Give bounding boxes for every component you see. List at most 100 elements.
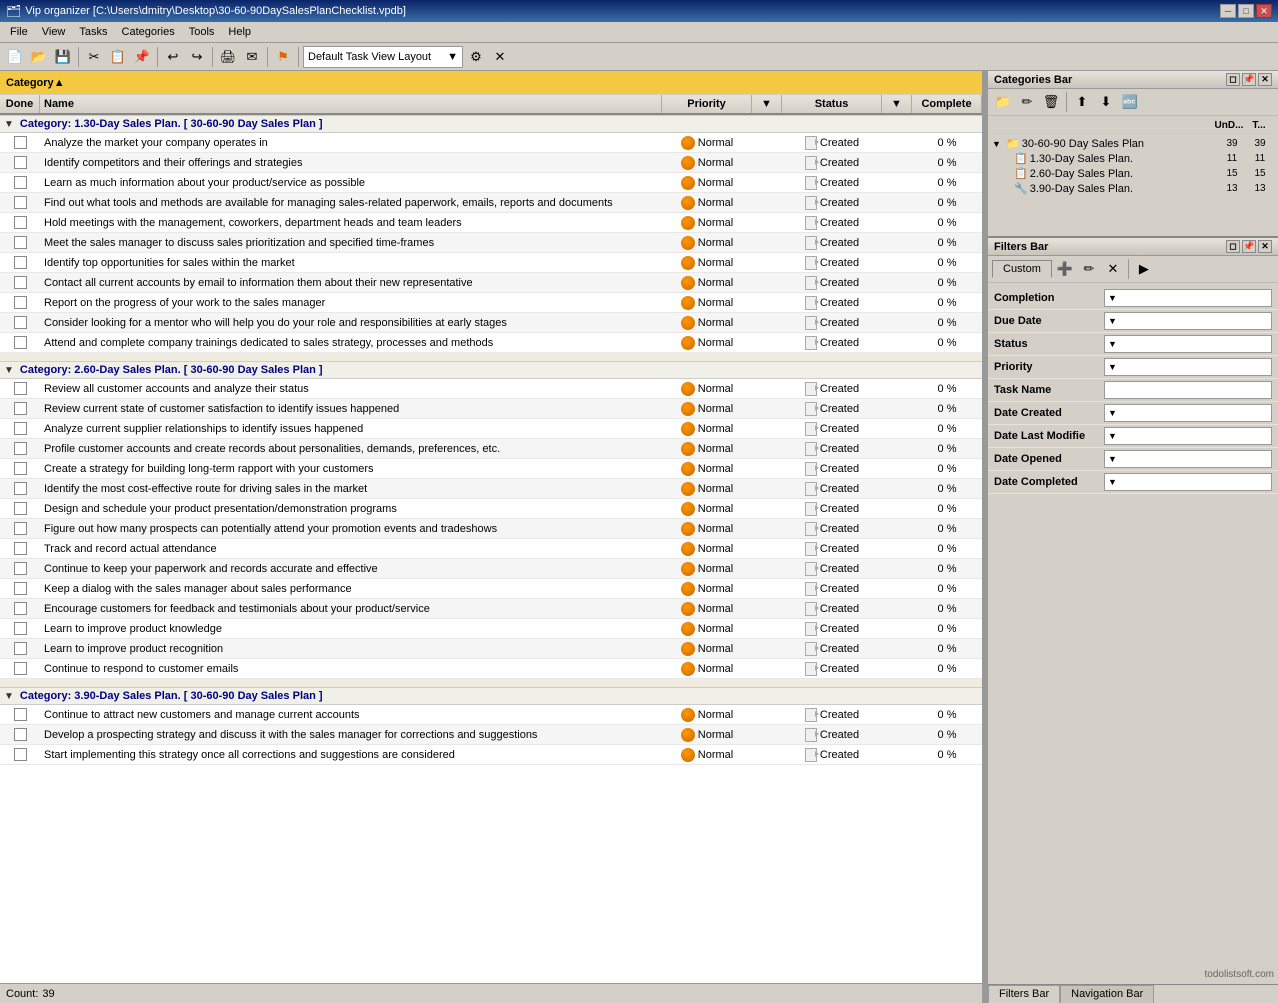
cat-bar-restore-btn[interactable]: ◻: [1226, 73, 1240, 86]
task-checkbox[interactable]: [14, 256, 27, 269]
task-checkbox[interactable]: [14, 562, 27, 575]
filter-value[interactable]: [1104, 381, 1272, 399]
menu-tools[interactable]: Tools: [183, 24, 221, 40]
menu-categories[interactable]: Categories: [116, 24, 181, 40]
col-priority[interactable]: Priority: [662, 95, 752, 113]
task-checkbox[interactable]: [14, 728, 27, 741]
task-checkbox[interactable]: [14, 156, 27, 169]
filter-edit-btn[interactable]: ✏: [1078, 258, 1100, 280]
toolbar-layout-del-btn[interactable]: ✕: [489, 46, 511, 68]
toolbar-cut-btn[interactable]: ✂: [83, 46, 105, 68]
col-status[interactable]: Status: [782, 95, 882, 113]
filter-value[interactable]: ▼: [1104, 450, 1272, 468]
filter-bar-restore-btn[interactable]: ◻: [1226, 240, 1240, 253]
task-checkbox[interactable]: [14, 542, 27, 555]
cat-down-btn[interactable]: ⬇: [1095, 91, 1117, 113]
col-done[interactable]: Done: [0, 95, 40, 113]
col-name[interactable]: Name: [40, 95, 662, 113]
task-status-filter-cell: [882, 668, 912, 670]
cat-tree-subitem[interactable]: 📋 2.60-Day Sales Plan. 15 15: [992, 166, 1274, 181]
tree-expand-icon[interactable]: ▼: [992, 139, 1004, 149]
complete-text: 0 %: [938, 463, 957, 475]
toolbar-paste-btn[interactable]: 📌: [131, 46, 153, 68]
task-checkbox[interactable]: [14, 336, 27, 349]
cat-tree-subitem[interactable]: 🔧 3.90-Day Sales Plan. 13 13: [992, 181, 1274, 196]
toolbar-undo-btn[interactable]: ↩: [162, 46, 184, 68]
cat-up-btn[interactable]: ⬆: [1071, 91, 1093, 113]
task-checkbox[interactable]: [14, 176, 27, 189]
task-checkbox[interactable]: [14, 482, 27, 495]
task-checkbox[interactable]: [14, 748, 27, 761]
maximize-button[interactable]: □: [1238, 4, 1254, 18]
filter-del-btn[interactable]: ✕: [1102, 258, 1124, 280]
cat-tree-item[interactable]: ▼ 📁 30-60-90 Day Sales Plan 39 39: [992, 136, 1274, 151]
task-checkbox[interactable]: [14, 422, 27, 435]
task-checkbox[interactable]: [14, 582, 27, 595]
filter-bar-close-btn[interactable]: ✕: [1258, 240, 1272, 253]
task-checkbox[interactable]: [14, 602, 27, 615]
task-checkbox[interactable]: [14, 462, 27, 475]
cat-bar-close-btn[interactable]: ✕: [1258, 73, 1272, 86]
category-bar-sort[interactable]: ▲: [54, 77, 65, 89]
category-expand-icon[interactable]: ▼: [4, 365, 14, 376]
toolbar-layout-settings-btn[interactable]: ⚙: [465, 46, 487, 68]
task-checkbox[interactable]: [14, 622, 27, 635]
filter-value[interactable]: ▼: [1104, 358, 1272, 376]
bottom-tab-filters[interactable]: Filters Bar: [988, 985, 1060, 1003]
task-checkbox[interactable]: [14, 522, 27, 535]
cat-sort-btn[interactable]: 🔤: [1119, 91, 1141, 113]
toolbar-print-btn[interactable]: 🖨: [217, 46, 239, 68]
bottom-tab-navigation[interactable]: Navigation Bar: [1060, 985, 1154, 1003]
task-checkbox[interactable]: [14, 216, 27, 229]
filter-new-btn[interactable]: ➕: [1054, 258, 1076, 280]
task-list[interactable]: ▼Category: 1.30-Day Sales Plan. [ 30-60-…: [0, 115, 982, 983]
task-checkbox[interactable]: [14, 662, 27, 675]
task-checkbox[interactable]: [14, 442, 27, 455]
filter-value[interactable]: ▼: [1104, 404, 1272, 422]
cat-tree-subitem[interactable]: 📋 1.30-Day Sales Plan. 11 11: [992, 151, 1274, 166]
task-checkbox[interactable]: [14, 136, 27, 149]
task-checkbox[interactable]: [14, 502, 27, 515]
task-checkbox[interactable]: [14, 276, 27, 289]
cat-add-btn[interactable]: 📁: [992, 91, 1014, 113]
cat-del-btn[interactable]: 🗑: [1040, 91, 1062, 113]
toolbar-flag-btn[interactable]: ⚑: [272, 46, 294, 68]
toolbar-new-btn[interactable]: 📄: [4, 46, 26, 68]
task-checkbox[interactable]: [14, 382, 27, 395]
menu-view[interactable]: View: [36, 24, 72, 40]
col-priority-filter[interactable]: ▼: [752, 95, 782, 113]
cat-bar-float-btn[interactable]: 📌: [1242, 73, 1256, 86]
col-complete[interactable]: Complete: [912, 95, 982, 113]
category-expand-icon[interactable]: ▼: [4, 119, 14, 130]
task-checkbox[interactable]: [14, 236, 27, 249]
minimize-button[interactable]: ─: [1220, 4, 1236, 18]
filter-value[interactable]: ▼: [1104, 473, 1272, 491]
task-checkbox[interactable]: [14, 708, 27, 721]
toolbar-open-btn[interactable]: 📂: [28, 46, 50, 68]
toolbar-save-btn[interactable]: 💾: [52, 46, 74, 68]
filter-value[interactable]: ▼: [1104, 312, 1272, 330]
layout-dropdown[interactable]: Default Task View Layout ▼: [303, 46, 463, 68]
filter-value[interactable]: ▼: [1104, 427, 1272, 445]
task-checkbox[interactable]: [14, 296, 27, 309]
toolbar-redo-btn[interactable]: ↪: [186, 46, 208, 68]
task-status-cell: Created: [782, 175, 882, 191]
menu-tasks[interactable]: Tasks: [73, 24, 113, 40]
category-expand-icon[interactable]: ▼: [4, 691, 14, 702]
cat-edit-btn[interactable]: ✏: [1016, 91, 1038, 113]
task-checkbox[interactable]: [14, 196, 27, 209]
filter-apply-btn[interactable]: ▶: [1133, 258, 1155, 280]
task-checkbox[interactable]: [14, 402, 27, 415]
task-checkbox[interactable]: [14, 642, 27, 655]
filter-value[interactable]: ▼: [1104, 335, 1272, 353]
menu-file[interactable]: File: [4, 24, 34, 40]
close-button[interactable]: ✕: [1256, 4, 1272, 18]
col-status-filter[interactable]: ▼: [882, 95, 912, 113]
toolbar-email-btn[interactable]: ✉: [241, 46, 263, 68]
filter-value[interactable]: ▼: [1104, 289, 1272, 307]
filter-tab-custom[interactable]: Custom: [992, 260, 1052, 278]
toolbar-copy-btn[interactable]: 📋: [107, 46, 129, 68]
menu-help[interactable]: Help: [222, 24, 257, 40]
task-checkbox[interactable]: [14, 316, 27, 329]
filter-bar-float-btn[interactable]: 📌: [1242, 240, 1256, 253]
